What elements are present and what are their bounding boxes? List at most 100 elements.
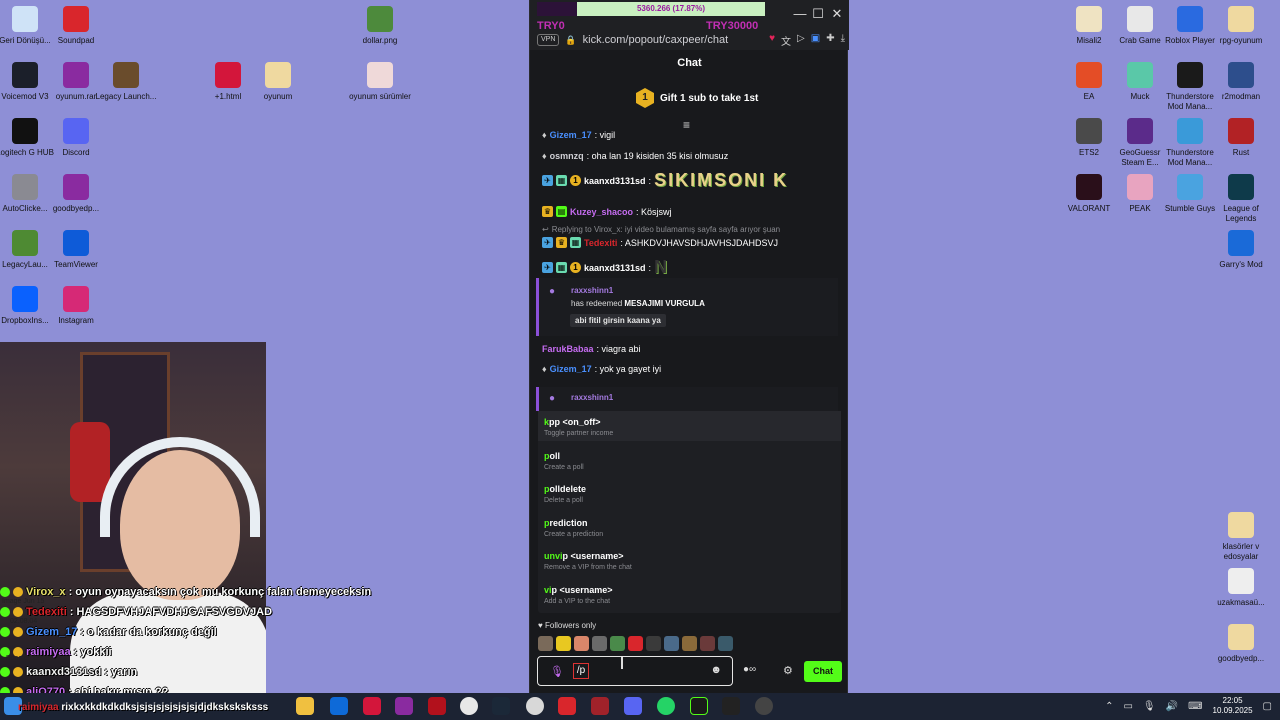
emote[interactable] (646, 636, 661, 651)
command-suggestion[interactable]: vip <username> Add a VIP to the chat (538, 579, 841, 609)
title-bar[interactable]: 5360.266 (17.87%) TRY0 TRY30000 — ☐ ✕ (530, 0, 849, 32)
sub-badge-icon: ▦ (570, 237, 581, 248)
emote[interactable] (538, 636, 553, 651)
desktop-icon[interactable]: Garry's Mod (1209, 230, 1273, 270)
chat-filter-icon[interactable]: ≡ (683, 118, 690, 132)
desktop-icon[interactable]: TeamViewer (44, 230, 108, 270)
desktop-icon[interactable]: League of Legends (1209, 174, 1273, 224)
network-icon[interactable]: ▭ (1123, 701, 1132, 712)
reply-context[interactable]: ↩ Replying to Virox_x: iyi video bulamam… (542, 225, 780, 234)
whatsapp-icon[interactable] (657, 697, 675, 715)
steam-icon[interactable] (492, 697, 510, 715)
play-icon[interactable]: ▷ (797, 33, 805, 48)
desktop-icon-label: oyunum (263, 92, 293, 101)
microphone-icon[interactable]: 🎙 (1143, 701, 1156, 712)
rust-icon (1228, 118, 1254, 144)
vpn-badge[interactable]: VPN (537, 34, 560, 46)
desktop-icon[interactable]: uzakmasaü... (1209, 568, 1273, 608)
sub-badge-icon: ▤ (556, 206, 567, 217)
desktop-icon[interactable]: oyunum (246, 62, 310, 102)
roblox-studio-icon[interactable] (428, 697, 446, 715)
overlay-username: Tedexiti (26, 606, 67, 618)
url-text[interactable]: kick.com/popout/caxpeer/chat (583, 34, 729, 46)
microphone-icon[interactable]: 🎙 (550, 665, 564, 678)
system-clock[interactable]: 22:05 10.09.2025 (1213, 696, 1253, 716)
redcircle-icon[interactable] (558, 697, 576, 715)
emoji-icon[interactable]: ☻ (710, 664, 722, 676)
volume-icon[interactable]: 🔊 (1166, 701, 1178, 712)
maximize-button[interactable]: ☐ (810, 6, 826, 22)
file-explorer-icon[interactable] (296, 697, 314, 715)
command-name: prediction (544, 517, 588, 528)
language-icon[interactable]: ⌨ (1188, 701, 1202, 712)
overlay-username: kaanxd3131sd (26, 666, 102, 678)
text-emote: SIKIMSONI K (654, 170, 789, 190)
desktop-icon[interactable]: Discord (44, 118, 108, 158)
command-suggestion[interactable]: kpp <on_off> Toggle partner income (538, 411, 841, 441)
voicemeeter-icon[interactable] (591, 697, 609, 715)
reply-icon: ↩ (542, 225, 549, 234)
gear-icon[interactable]: ⚙ (783, 664, 793, 677)
desktop-icon[interactable]: dollar.png (348, 6, 412, 46)
emote[interactable] (700, 636, 715, 651)
chat-input[interactable]: 🎙 /p ☻ (537, 656, 733, 686)
desktop-icon[interactable]: r2modman (1209, 62, 1273, 102)
emote[interactable] (592, 636, 607, 651)
command-description: Toggle partner income (544, 430, 614, 437)
dropbox-icon (12, 286, 38, 312)
outlook-icon[interactable] (330, 697, 348, 715)
desktop-icon[interactable]: Soundpad (44, 6, 108, 46)
download-icon[interactable]: ⤓ (841, 33, 845, 48)
command-suggestion[interactable]: polldelete Delete a poll (538, 478, 841, 508)
desktop-icon[interactable]: Legacy Launch... (94, 62, 158, 102)
emote[interactable] (718, 636, 733, 651)
desktop-icon[interactable]: Rust (1209, 118, 1273, 158)
close-button[interactable]: ✕ (829, 6, 845, 22)
desktop-icon[interactable]: oyunum sürümler (348, 62, 412, 102)
minecraft-icon (113, 62, 139, 88)
emote[interactable] (556, 636, 571, 651)
kick-icon[interactable] (722, 697, 740, 715)
puzzle-icon[interactable]: ✚ (826, 33, 834, 48)
heart-extension-icon[interactable]: ♥ (769, 33, 775, 48)
notifications-icon[interactable]: ▢ (1263, 701, 1272, 712)
command-suggestion[interactable]: poll Create a poll (538, 445, 841, 475)
gift-badge-icon (13, 627, 23, 637)
lock-icon[interactable]: 🔒 (565, 35, 576, 46)
translate-icon[interactable]: 文 (781, 33, 791, 48)
emote[interactable] (628, 636, 643, 651)
command-suggestion[interactable]: unvip <username> Remove a VIP from the ch… (538, 545, 841, 575)
emote[interactable] (682, 636, 697, 651)
desktop-icon-label: goodbyedp... (52, 204, 100, 213)
desktop-icon[interactable]: goodbyedp... (44, 174, 108, 214)
app-icon[interactable] (526, 697, 544, 715)
chrome-icon[interactable] (460, 697, 478, 715)
extension-icon[interactable]: ▣ (811, 33, 820, 48)
opera-icon[interactable] (363, 697, 381, 715)
desktop-icon[interactable]: klasörler v edosyalar (1209, 512, 1273, 562)
chat-popup-window[interactable]: 5360.266 (17.87%) TRY0 TRY30000 — ☐ ✕ VP… (529, 0, 849, 693)
chat-input-value[interactable]: /p (573, 663, 589, 679)
desktop-icon[interactable]: goodbyedp... (1209, 624, 1273, 664)
desktop-icon[interactable]: Instagram (44, 286, 108, 326)
terminal-icon[interactable] (690, 697, 708, 715)
emote[interactable] (610, 636, 625, 651)
ea-icon (1076, 62, 1102, 88)
emote[interactable] (574, 636, 589, 651)
valorant-icon (1076, 174, 1102, 200)
obs-icon[interactable] (755, 697, 773, 715)
chevron-up-icon[interactable]: ⌃ (1105, 701, 1113, 712)
followers-only-indicator: ♥ Followers only (538, 621, 597, 630)
emote[interactable] (664, 636, 679, 651)
address-bar[interactable]: VPN 🔒 kick.com/popout/caxpeer/chat ♥ 文 ▷… (530, 30, 849, 50)
desktop-icon[interactable]: rpg-oyunum (1209, 6, 1273, 46)
gift-sub-banner[interactable]: 1 Gift 1 sub to take 1st (636, 88, 758, 108)
minimize-button[interactable]: — (792, 6, 808, 21)
command-suggestion[interactable]: prediction Create a prediction (538, 512, 841, 542)
discord-icon[interactable] (624, 697, 642, 715)
rar-archive-icon[interactable] (395, 697, 413, 715)
send-chat-button[interactable]: Chat (804, 661, 842, 682)
channel-points-icon[interactable]: ●∞ (743, 664, 756, 675)
lol-icon (1228, 174, 1254, 200)
opera-icon (215, 62, 241, 88)
